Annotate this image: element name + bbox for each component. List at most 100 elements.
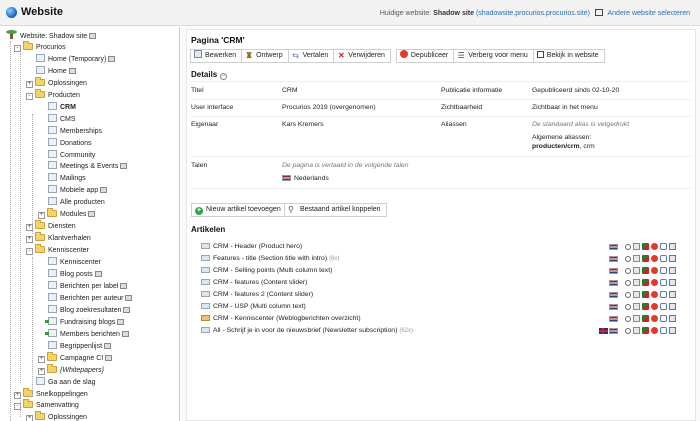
- unlink-icon[interactable]: [642, 279, 649, 286]
- tree-item[interactable]: Donations: [48, 137, 92, 149]
- copy-icon[interactable]: [669, 315, 676, 322]
- article-row[interactable]: CRM - Kenniscenter (Weblogberichten over…: [201, 313, 361, 324]
- edit-icon[interactable]: [633, 315, 640, 322]
- view-icon[interactable]: [625, 292, 631, 298]
- remove-icon[interactable]: [651, 327, 658, 334]
- view-icon[interactable]: [625, 256, 631, 262]
- remove-icon[interactable]: [651, 279, 658, 286]
- view-icon[interactable]: [625, 268, 631, 274]
- unlink-icon[interactable]: [642, 327, 649, 334]
- tree-item[interactable]: Mailings: [48, 173, 86, 184]
- remove-icon[interactable]: [651, 315, 658, 322]
- tree-item[interactable]: Home: [36, 65, 76, 77]
- article-row[interactable]: Features - title (Section title with int…: [201, 253, 339, 264]
- tree-item[interactable]: + Oplossingen: [26, 411, 87, 421]
- translate-icon[interactable]: [660, 267, 667, 274]
- translate-icon[interactable]: [660, 315, 667, 322]
- tree-item[interactable]: - Kenniscenter: [26, 244, 89, 256]
- remove-icon[interactable]: [651, 243, 658, 250]
- tree-item[interactable]: Memberships: [48, 125, 102, 137]
- article-row[interactable]: All - Schrijf je in voor de nieuwsbrief …: [201, 325, 413, 336]
- expand-icon[interactable]: +: [26, 236, 33, 244]
- remove-icon[interactable]: [651, 303, 658, 310]
- translate-icon[interactable]: [660, 255, 667, 262]
- delete-button[interactable]: ✕ Verwijderen: [333, 49, 391, 63]
- translate-icon[interactable]: [660, 327, 667, 334]
- tree-item[interactable]: + {Whitepapers}: [38, 363, 104, 376]
- article-row[interactable]: CRM - USP (Multi column text): [201, 301, 306, 312]
- tree-item[interactable]: Fundraising blogs: [45, 316, 125, 328]
- tree-item[interactable]: + Snelkoppelingen: [14, 387, 88, 400]
- edit-button[interactable]: Bewerken: [190, 49, 243, 63]
- collapse-icon[interactable]: −: [220, 73, 228, 80]
- collapse-icon[interactable]: -: [14, 44, 21, 52]
- edit-icon[interactable]: [633, 303, 640, 310]
- copy-icon[interactable]: [669, 327, 676, 334]
- tree-item[interactable]: Berichten per label: [48, 280, 128, 292]
- copy-icon[interactable]: [669, 303, 676, 310]
- tree-item[interactable]: Mobiele app: [48, 185, 108, 196]
- tree-item[interactable]: - Procurios: [14, 40, 66, 53]
- edit-icon[interactable]: [633, 255, 640, 262]
- unlink-icon[interactable]: [642, 291, 649, 298]
- current-site-url[interactable]: (shadowsite.procurios.procurios.site: [476, 10, 588, 17]
- view-icon[interactable]: [625, 304, 631, 310]
- tree-item[interactable]: - Producten: [26, 88, 80, 101]
- hide-menu-button[interactable]: ☰ Verberg voor menu: [453, 49, 534, 63]
- tree-item[interactable]: Website: Shadow site: [6, 30, 97, 41]
- article-row[interactable]: CRM - Header (Product hero): [201, 241, 302, 252]
- tree-item[interactable]: Alle producten: [48, 197, 105, 208]
- tree-item[interactable]: Community: [48, 149, 95, 161]
- collapse-icon[interactable]: -: [26, 248, 33, 256]
- collapse-icon[interactable]: -: [26, 92, 33, 100]
- copy-icon[interactable]: [669, 243, 676, 250]
- remove-icon[interactable]: [651, 267, 658, 274]
- unlink-icon[interactable]: [642, 255, 649, 262]
- tree-item[interactable]: - Samenvatting: [14, 399, 79, 411]
- unlink-icon[interactable]: [642, 267, 649, 274]
- design-button[interactable]: ♜ Ontwerp: [241, 49, 289, 63]
- remove-icon[interactable]: [651, 291, 658, 298]
- tree-item[interactable]: Ga aan de slag: [36, 376, 95, 388]
- link-article-button[interactable]: ⚲ Bestaand artikel koppelen: [284, 203, 387, 217]
- tree-item[interactable]: Berichten per auteur: [48, 292, 133, 304]
- expand-icon[interactable]: +: [38, 355, 45, 363]
- view-icon[interactable]: [625, 328, 631, 334]
- tree-item[interactable]: + Oplossingen: [26, 76, 87, 89]
- view-icon[interactable]: [625, 316, 631, 322]
- view-site-button[interactable]: Bekijk in website: [532, 49, 605, 63]
- expand-icon[interactable]: +: [38, 212, 45, 220]
- article-row[interactable]: CRM - features (Content slider): [201, 277, 307, 288]
- translate-icon[interactable]: [660, 243, 667, 250]
- tree-item[interactable]: Home (Temporary): [36, 53, 116, 65]
- tree-item[interactable]: + Klantverhalen: [26, 232, 91, 244]
- expand-icon[interactable]: +: [26, 80, 33, 88]
- edit-icon[interactable]: [633, 291, 640, 298]
- translate-icon[interactable]: [660, 279, 667, 286]
- unlink-icon[interactable]: [642, 243, 649, 250]
- translate-icon[interactable]: [660, 303, 667, 310]
- tree-item[interactable]: CMS: [48, 113, 76, 125]
- external-link-icon[interactable]: [594, 9, 603, 16]
- translate-icon[interactable]: [660, 291, 667, 298]
- unpublish-button[interactable]: Depubliceer: [395, 49, 455, 63]
- new-article-button[interactable]: + Nieuw artikel toevoegen: [191, 203, 287, 217]
- article-row[interactable]: CRM - features 2 (Content slider): [201, 289, 313, 300]
- expand-icon[interactable]: +: [26, 415, 33, 421]
- tree-item[interactable]: + Diensten: [26, 220, 76, 232]
- tree-item[interactable]: Begrippenlijst: [48, 340, 112, 352]
- remove-icon[interactable]: [651, 255, 658, 262]
- switch-site-link[interactable]: Andere website selecteren: [608, 10, 691, 17]
- copy-icon[interactable]: [669, 255, 676, 262]
- tree-item[interactable]: Meetings & Events: [48, 161, 128, 172]
- tree-item[interactable]: + Campagne CI: [38, 351, 113, 364]
- tree-item[interactable]: CRM: [48, 101, 76, 113]
- article-row[interactable]: CRM - Selling points (Multi column text): [201, 265, 332, 276]
- view-icon[interactable]: [625, 244, 631, 250]
- tree-item[interactable]: + Modules: [38, 208, 96, 220]
- copy-icon[interactable]: [669, 291, 676, 298]
- edit-icon[interactable]: [633, 267, 640, 274]
- tree-item[interactable]: Members berichten: [45, 328, 129, 340]
- tree-item[interactable]: Blog zoekresultaten: [48, 304, 131, 316]
- expand-icon[interactable]: +: [38, 367, 45, 375]
